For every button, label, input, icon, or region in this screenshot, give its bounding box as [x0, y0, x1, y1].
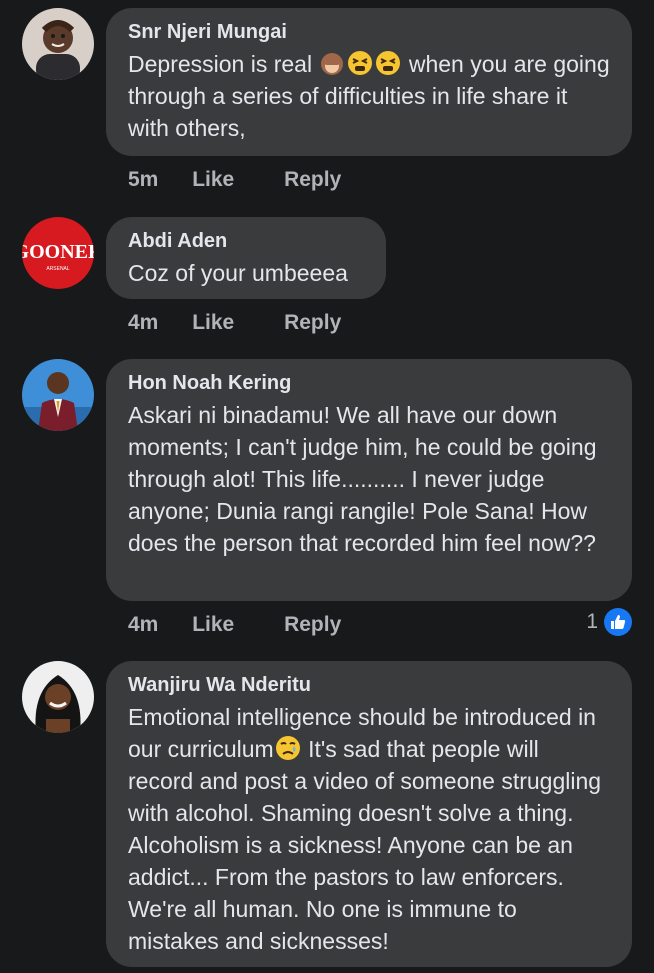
comment-author[interactable]: Abdi Aden — [128, 229, 364, 253]
comment-bubble: Abdi Aden Coz of your umbeeea — [106, 217, 386, 299]
like-reaction-icon — [604, 608, 632, 636]
comment-text: Emotional intelligence should be introdu… — [128, 704, 602, 954]
comment-actions: 4m Like Reply — [128, 311, 385, 335]
comment-bubble: Snr Njeri Mungai Depression is real when… — [106, 8, 632, 156]
comment-text: Coz of your umbeeea — [128, 260, 348, 286]
like-button[interactable]: Like — [192, 311, 234, 334]
avatar[interactable] — [22, 359, 94, 431]
like-button[interactable]: Like — [192, 168, 234, 191]
reply-button[interactable]: Reply — [284, 311, 341, 334]
comment-timestamp[interactable]: 4m — [128, 613, 158, 636]
reaction-count: 1 — [586, 610, 598, 633]
comment-bubble: Wanjiru Wa Nderitu Emotional intelligenc… — [106, 661, 632, 967]
comment-author[interactable]: Hon Noah Kering — [128, 371, 610, 395]
comment-author[interactable]: Snr Njeri Mungai — [128, 20, 610, 44]
comment-author[interactable]: Wanjiru Wa Nderitu — [128, 673, 610, 697]
svg-text:ARSENAL: ARSENAL — [46, 266, 70, 272]
svg-text:GOONER: GOONER — [22, 241, 94, 263]
comment-timestamp[interactable]: 5m — [128, 168, 158, 191]
avatar[interactable] — [22, 8, 94, 80]
comment-bubble: Hon Noah Kering Askari ni binadamu! We a… — [106, 359, 632, 601]
reply-button[interactable]: Reply — [284, 613, 341, 636]
see-no-evil-monkey-icon — [321, 53, 344, 75]
comment-actions: 5m Like Reply — [128, 168, 385, 192]
comment-text: Depression is real when you are going th… — [128, 51, 610, 141]
tired-face-icon — [348, 51, 373, 75]
like-button[interactable]: Like — [192, 613, 234, 636]
sad-relieved-face-icon — [275, 736, 300, 760]
reaction-summary[interactable]: 1 — [586, 608, 632, 636]
tired-face-icon — [376, 51, 401, 75]
comment-timestamp[interactable]: 4m — [128, 311, 158, 334]
avatar[interactable] — [22, 661, 94, 733]
reply-button[interactable]: Reply — [284, 168, 341, 191]
avatar[interactable]: GOONER ARSENAL — [22, 217, 94, 289]
comment-actions: 4m Like Reply — [128, 613, 385, 637]
comment-text: Askari ni binadamu! We all have our down… — [128, 402, 597, 556]
